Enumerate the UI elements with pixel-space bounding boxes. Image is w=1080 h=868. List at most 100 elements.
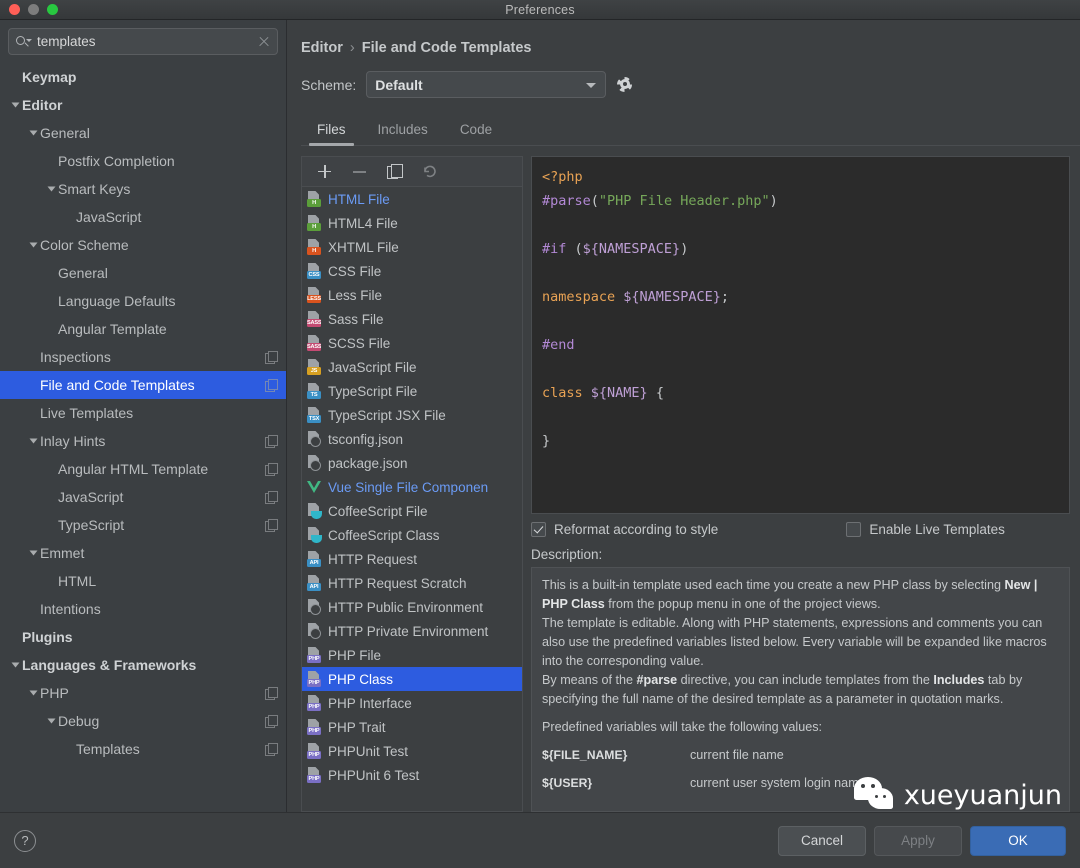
code-token: ) <box>769 193 778 209</box>
sidebar-item-typescript[interactable]: TypeScript <box>0 511 286 539</box>
sidebar-item-general[interactable]: General <box>0 119 286 147</box>
expand-arrow-icon[interactable] <box>26 241 40 249</box>
revert-arrow-icon[interactable] <box>421 163 438 180</box>
template-list-item[interactable]: CoffeeScript File <box>302 499 522 523</box>
sidebar-item-javascript[interactable]: JavaScript <box>0 483 286 511</box>
scheme-select[interactable]: Default <box>366 71 607 98</box>
sidebar-item-debug[interactable]: Debug <box>0 707 286 735</box>
sidebar-item-smart-keys[interactable]: Smart Keys <box>0 175 286 203</box>
template-list-item-label: JavaScript File <box>328 359 417 375</box>
variable-name: ${FILE_NAME} <box>542 748 628 762</box>
typescript-jsx-file-icon: TSX <box>307 407 322 423</box>
template-list-item-label: package.json <box>328 455 408 471</box>
reformat-checkbox[interactable]: Reformat according to style <box>531 522 718 537</box>
gear-icon[interactable] <box>616 76 634 94</box>
expand-arrow-icon[interactable] <box>26 437 40 445</box>
clear-search-icon[interactable] <box>257 35 271 49</box>
template-list-item[interactable]: TSX TypeScript JSX File <box>302 403 522 427</box>
sidebar-item-language-defaults[interactable]: Language Defaults <box>0 287 286 315</box>
tab-files[interactable]: Files <box>301 116 362 146</box>
expand-arrow-icon[interactable] <box>44 185 58 193</box>
expand-arrow-icon[interactable] <box>26 129 40 137</box>
template-list-item[interactable]: tsconfig.json <box>302 427 522 451</box>
sidebar-item-html[interactable]: HTML <box>0 567 286 595</box>
search-input-value: templates <box>37 34 96 49</box>
sidebar-item-angular-template[interactable]: Angular Template <box>0 315 286 343</box>
code-token: ${NAME} <box>590 385 648 401</box>
sidebar-item-php[interactable]: PHP <box>0 679 286 707</box>
template-list[interactable]: H HTML File H HTML4 File H XHTML File CSS CSS F… <box>302 187 522 811</box>
template-list-item[interactable]: SASS SCSS File <box>302 331 522 355</box>
zoom-window-button[interactable] <box>47 4 58 15</box>
template-list-item[interactable]: JS JavaScript File <box>302 355 522 379</box>
template-list-item[interactable]: API HTTP Request Scratch <box>302 571 522 595</box>
sidebar-item-general[interactable]: General <box>0 259 286 287</box>
template-list-item[interactable]: H HTML File <box>302 187 522 211</box>
template-list-item[interactable]: H HTML4 File <box>302 211 522 235</box>
sidebar-item-postfix-completion[interactable]: Postfix Completion <box>0 147 286 175</box>
expand-arrow-icon[interactable] <box>26 689 40 697</box>
template-list-item-label: HTTP Public Environment <box>328 599 484 615</box>
copy-settings-icon <box>265 742 278 756</box>
template-tabs: Files Includes Code <box>301 116 1080 146</box>
template-list-item[interactable]: HTTP Private Environment <box>302 619 522 643</box>
sidebar-item-inlay-hints[interactable]: Inlay Hints <box>0 427 286 455</box>
template-list-item[interactable]: TS TypeScript File <box>302 379 522 403</box>
live-templates-checkbox[interactable]: Enable Live Templates <box>846 522 1005 537</box>
expand-arrow-icon[interactable] <box>8 661 22 669</box>
template-list-item[interactable]: package.json <box>302 451 522 475</box>
template-list-item[interactable]: API HTTP Request <box>302 547 522 571</box>
template-list-item[interactable]: PHP PHP Interface <box>302 691 522 715</box>
description-text: The template is editable. Along with PHP… <box>542 616 1047 668</box>
apply-button[interactable]: Apply <box>874 825 962 856</box>
sidebar-item-plugins[interactable]: Plugins <box>0 623 286 651</box>
template-code-editor[interactable]: <?php #parse("PHP File Header.php") #if (… <box>531 156 1070 514</box>
tab-includes[interactable]: Includes <box>362 116 444 145</box>
expand-arrow-icon[interactable] <box>44 717 58 725</box>
sidebar-item-color-scheme[interactable]: Color Scheme <box>0 231 286 259</box>
template-list-item[interactable]: CoffeeScript Class <box>302 523 522 547</box>
template-list-panel: H HTML File H HTML4 File H XHTML File CSS CSS F… <box>301 156 523 812</box>
template-list-item[interactable]: HTTP Public Environment <box>302 595 522 619</box>
template-list-item[interactable]: CSS CSS File <box>302 259 522 283</box>
template-list-item-label: HTTP Request Scratch <box>328 575 467 591</box>
sidebar-item-javascript[interactable]: JavaScript <box>0 203 286 231</box>
tab-code[interactable]: Code <box>444 116 508 145</box>
sidebar-item-emmet[interactable]: Emmet <box>0 539 286 567</box>
sidebar-item-file-and-code-templates[interactable]: File and Code Templates <box>0 371 286 399</box>
template-list-item[interactable]: PHP PHP File <box>302 643 522 667</box>
code-line: <?php <box>542 165 1059 189</box>
sidebar-item-label: Plugins <box>22 629 73 645</box>
sidebar-item-editor[interactable]: Editor <box>0 91 286 119</box>
template-list-item[interactable]: PHP PHP Trait <box>302 715 522 739</box>
code-token: namespace <box>542 289 616 305</box>
template-list-item[interactable]: LESS Less File <box>302 283 522 307</box>
sidebar-item-inspections[interactable]: Inspections <box>0 343 286 371</box>
template-list-item[interactable]: PHP PHPUnit Test <box>302 739 522 763</box>
search-input[interactable]: templates <box>8 28 278 55</box>
minus-icon[interactable] <box>351 163 368 180</box>
expand-arrow-icon[interactable] <box>26 549 40 557</box>
template-list-item[interactable]: PHP PHP Class <box>302 667 522 691</box>
template-list-item[interactable]: PHP PHPUnit 6 Test <box>302 763 522 787</box>
template-list-item[interactable]: SASS Sass File <box>302 307 522 331</box>
sidebar-item-keymap[interactable]: Keymap <box>0 63 286 91</box>
expand-arrow-icon[interactable] <box>8 101 22 109</box>
sidebar-item-languages-frameworks[interactable]: Languages & Frameworks <box>0 651 286 679</box>
minimize-window-button[interactable] <box>28 4 39 15</box>
sidebar-item-templates[interactable]: Templates <box>0 735 286 763</box>
sidebar-item-angular-html-template[interactable]: Angular HTML Template <box>0 455 286 483</box>
sidebar-item-live-templates[interactable]: Live Templates <box>0 399 286 427</box>
ok-button[interactable]: OK <box>970 825 1066 856</box>
template-list-item[interactable]: H XHTML File <box>302 235 522 259</box>
cancel-button[interactable]: Cancel <box>778 825 866 856</box>
template-list-item[interactable]: Vue Single File Componen <box>302 475 522 499</box>
help-button[interactable]: ? <box>14 829 36 852</box>
close-window-button[interactable] <box>9 4 20 15</box>
breadcrumb-parent[interactable]: Editor <box>301 40 343 56</box>
copy-icon[interactable] <box>386 163 403 180</box>
plus-icon[interactable] <box>316 163 333 180</box>
sidebar-item-label: Language Defaults <box>58 293 176 309</box>
sidebar-item-intentions[interactable]: Intentions <box>0 595 286 623</box>
